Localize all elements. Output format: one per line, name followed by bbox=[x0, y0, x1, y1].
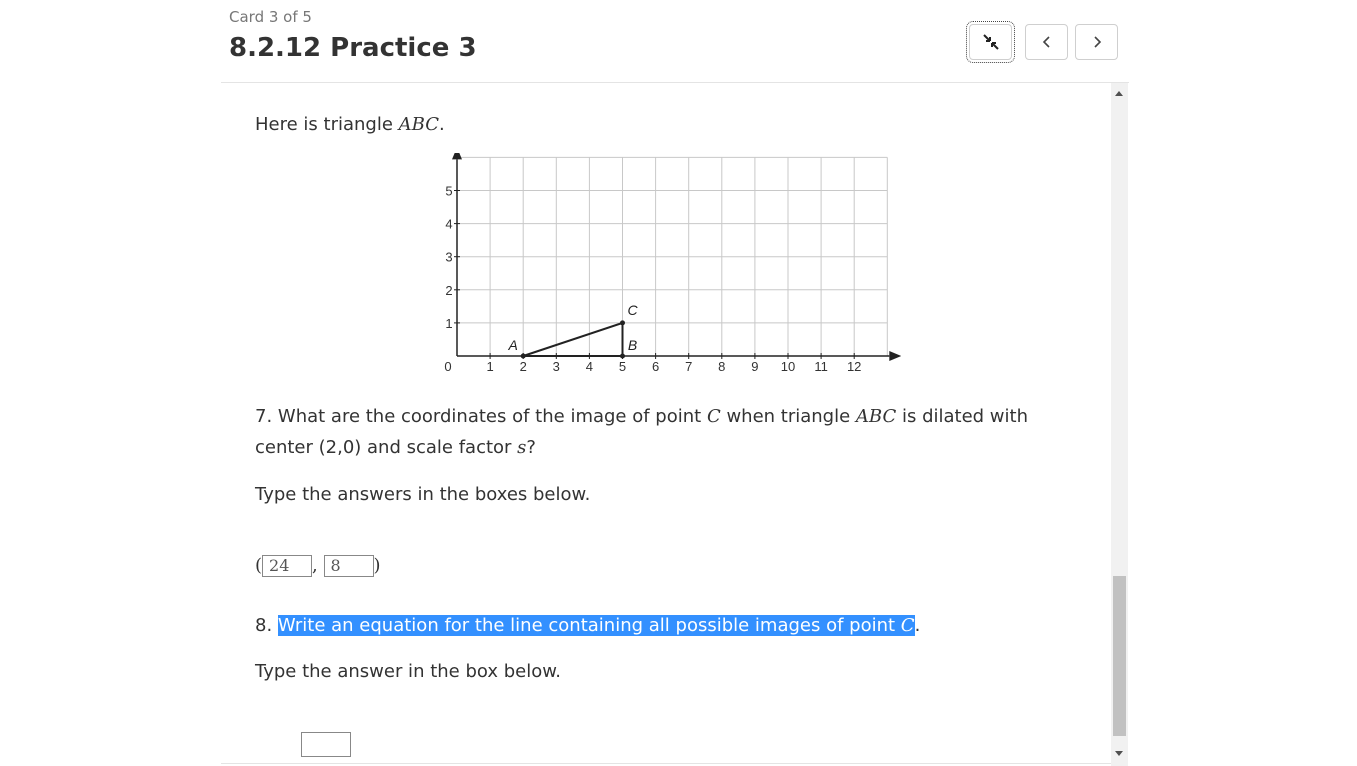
x-tick-label: 8 bbox=[718, 359, 725, 374]
coordinate-graph: 1 2 3 4 5 6 7 8 9 10 11 12123450A BC bbox=[444, 153, 901, 374]
x-tick-label: 5 bbox=[619, 359, 626, 374]
q7-text-3: is dilated with bbox=[896, 406, 1028, 427]
x-tick-label: 2 bbox=[520, 359, 527, 374]
intro-text: Here is triangle ABC. bbox=[255, 109, 445, 140]
y-tick-label: 1 bbox=[445, 316, 452, 331]
card-content: Here is triangle ABC. 1 2 3 4 5 6 7 8 9 10 11 12 1 2 3… bbox=[221, 83, 1111, 766]
q7-text-1: 7. What are the coordinates of the image… bbox=[255, 406, 707, 427]
collapse-button[interactable] bbox=[966, 21, 1015, 63]
q7-text-4: center (2,0) and scale factor bbox=[255, 437, 518, 458]
x-tick-label: 6 bbox=[652, 359, 659, 374]
point-c bbox=[620, 320, 625, 326]
q8-var-c: C bbox=[900, 615, 915, 636]
chevron-left-icon bbox=[1042, 36, 1050, 48]
close-paren: ) bbox=[373, 555, 381, 576]
next-card-button[interactable] bbox=[1075, 24, 1118, 60]
vertical-scrollbar[interactable] bbox=[1111, 83, 1128, 766]
scroll-down-arrow-icon[interactable] bbox=[1115, 751, 1123, 756]
y-tick-label: 3 bbox=[445, 250, 452, 265]
q7-var-abc: ABC bbox=[855, 406, 897, 427]
q8-answer-input[interactable] bbox=[301, 732, 351, 757]
scroll-up-arrow-icon[interactable] bbox=[1115, 91, 1123, 96]
chevron-right-icon bbox=[1093, 36, 1101, 48]
collapse-arrows-icon bbox=[982, 34, 999, 50]
origin-label: 0 bbox=[444, 359, 451, 374]
scroll-thumb[interactable] bbox=[1113, 576, 1126, 736]
x-tick-label: 11 bbox=[814, 359, 828, 374]
x-tick-label: 3 bbox=[553, 359, 560, 374]
x-tick-label: 1 bbox=[486, 359, 493, 374]
q8-instruction: Type the answer in the box below. bbox=[255, 661, 562, 682]
y-tick-label: 2 bbox=[445, 283, 452, 298]
question-7: 7. What are the coordinates of the image… bbox=[255, 401, 1028, 463]
q8-text: Write an equation for the line containin… bbox=[277, 615, 901, 636]
intro-end: . bbox=[438, 114, 445, 135]
question-8: 8. Write an equation for the line contai… bbox=[255, 610, 920, 641]
q8-end: . bbox=[914, 615, 921, 636]
comma: , bbox=[312, 555, 318, 576]
answer-y-input[interactable]: 8 bbox=[323, 555, 374, 577]
intro-variable: ABC bbox=[398, 114, 439, 135]
intro-label: Here is triangle bbox=[255, 114, 399, 135]
open-paren: ( bbox=[255, 555, 263, 576]
point-label-a: A bbox=[508, 337, 518, 353]
x-axis-arrow-icon bbox=[889, 351, 901, 361]
content-bottom-border bbox=[221, 763, 1111, 764]
q7-text-5: ? bbox=[526, 437, 536, 458]
card-header: Card 3 of 5 8.2.12 Practice 3 bbox=[229, 0, 1129, 82]
x-tick-label: 10 bbox=[781, 359, 795, 374]
card-counter: Card 3 of 5 bbox=[229, 8, 312, 26]
point-label-b: B bbox=[628, 337, 637, 353]
x-tick-label: 4 bbox=[586, 359, 593, 374]
q7-var-c: C bbox=[706, 406, 721, 427]
answer-x-input[interactable]: 24 bbox=[262, 555, 313, 577]
point-b bbox=[620, 353, 625, 359]
q8-number: 8. bbox=[255, 615, 278, 636]
q7-answer-row: (24, 8) bbox=[255, 550, 381, 581]
x-tick-label: 7 bbox=[685, 359, 692, 374]
point-label-c: C bbox=[627, 302, 638, 318]
y-axis-arrow-icon bbox=[452, 153, 462, 160]
y-tick-label: 5 bbox=[445, 184, 452, 199]
q7-instruction: Type the answers in the boxes below. bbox=[255, 484, 591, 505]
q8-selected-text: Write an equation for the line containin… bbox=[277, 615, 915, 636]
q7-text-2: when triangle bbox=[720, 406, 856, 427]
triangle-abc bbox=[522, 321, 624, 357]
point-a bbox=[520, 353, 526, 359]
y-tick-label: 4 bbox=[445, 217, 452, 232]
previous-card-button[interactable] bbox=[1025, 24, 1068, 60]
x-tick-label: 12 bbox=[847, 359, 861, 374]
page-title: 8.2.12 Practice 3 bbox=[229, 33, 477, 63]
x-tick-label: 9 bbox=[751, 359, 758, 374]
